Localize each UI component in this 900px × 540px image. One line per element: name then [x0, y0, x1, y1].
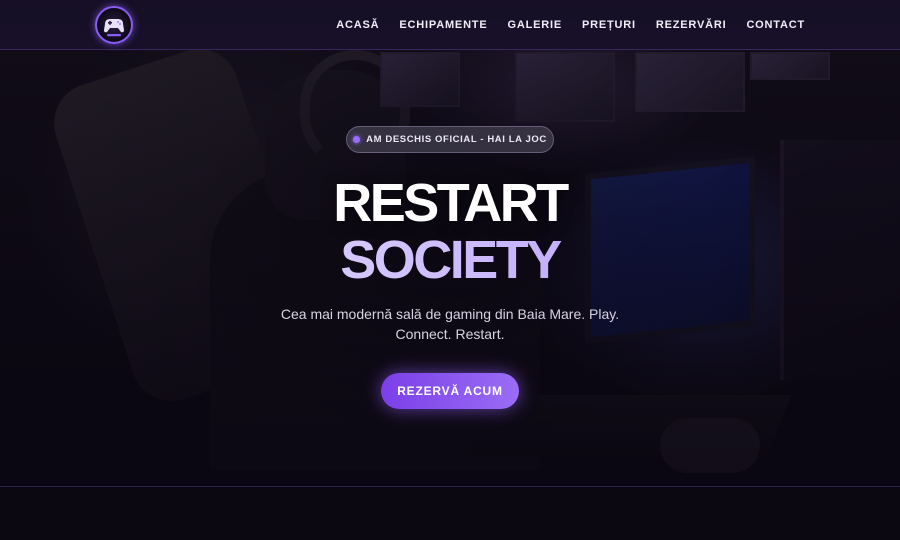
hero-section: AM DESCHIS OFICIAL - HAI LA JOC RESTART … [0, 0, 900, 487]
top-navigation: ACASĂ ECHIPAMENTE GALERIE PREȚURI REZERV… [0, 0, 900, 50]
nav-link-preturi[interactable]: PREȚURI [582, 19, 636, 31]
announcement-badge: AM DESCHIS OFICIAL - HAI LA JOC [346, 126, 554, 153]
hero-title-line2: SOCIETY [0, 229, 900, 291]
book-now-button[interactable]: REZERVĂ ACUM [381, 373, 519, 409]
hero-tagline: Cea mai modernă sală de gaming din Baia … [280, 306, 620, 342]
site-logo[interactable] [95, 6, 133, 44]
nav-link-acasa[interactable]: ACASĂ [336, 19, 379, 31]
main-menu: ACASĂ ECHIPAMENTE GALERIE PREȚURI REZERV… [336, 0, 805, 50]
nav-link-rezervari[interactable]: REZERVĂRI [656, 19, 727, 31]
nav-link-galerie[interactable]: GALERIE [507, 19, 562, 31]
status-dot-icon [353, 136, 361, 143]
nav-link-contact[interactable]: CONTACT [746, 19, 805, 31]
section-divider [0, 486, 900, 487]
next-section [0, 487, 900, 540]
gamepad-logo-icon [104, 19, 124, 37]
badge-label: AM DESCHIS OFICIAL - HAI LA JOC [366, 134, 547, 145]
hero-title-line1: RESTART [333, 173, 569, 233]
nav-link-echipamente[interactable]: ECHIPAMENTE [399, 19, 487, 31]
